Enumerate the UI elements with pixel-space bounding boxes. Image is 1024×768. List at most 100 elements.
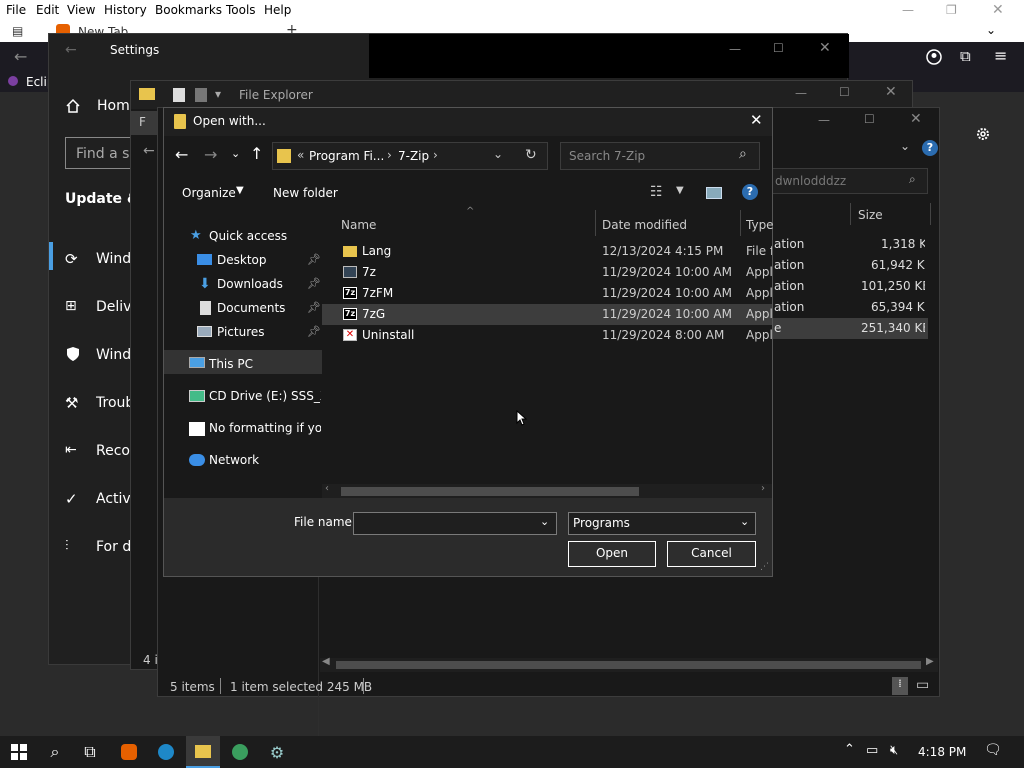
open-button[interactable]: Open [568,541,656,567]
menu-view[interactable]: View [67,3,95,17]
recent-locations-icon[interactable]: ⌄ [231,147,240,160]
forward-icon[interactable]: → [204,145,217,164]
list-item[interactable]: ✕ Uninstall 11/29/2024 8:00 AM Appli [322,325,772,346]
nav-this-pc[interactable]: This PC [209,357,253,371]
firefox-taskbar-button[interactable] [112,736,146,768]
menu-bookmarks[interactable]: Bookmarks [155,3,222,17]
list-item-selected[interactable]: 7z 7zG 11/29/2024 10:00 AM Appli [322,304,772,325]
close-icon[interactable]: ✕ [992,2,1004,18]
tab-list-icon[interactable]: ▤ [12,24,23,38]
address-dropdown-icon[interactable]: ⌄ [493,147,503,161]
type-column-header[interactable]: Type [746,218,774,232]
name-column-header[interactable]: Name [341,218,376,232]
breadcrumb-overflow-icon[interactable]: « [297,148,304,162]
menu-tools[interactable]: Tools [226,3,256,17]
list-item[interactable]: 7z 11/29/2024 10:00 AM Appli [322,262,772,283]
minimize-icon[interactable]: — [729,42,741,56]
nav-no-formatting[interactable]: No formatting if you [209,421,321,435]
resize-grip-icon[interactable]: ⋰ [760,562,769,572]
address-bar[interactable]: « Program Fi... › 7-Zip › ⌄ ↻ [272,142,548,170]
nav-desktop[interactable]: Desktop [217,253,267,267]
new-folder-button[interactable]: New folder [273,186,338,200]
back-icon[interactable]: ← [14,47,27,66]
minimize-icon[interactable]: — [795,86,807,100]
maximize-icon[interactable]: ☐ [773,41,784,55]
organize-button[interactable]: Organize [182,186,236,200]
scroll-left-icon[interactable]: ‹ [325,483,329,494]
minimize-icon[interactable]: — [902,3,914,17]
minimize-icon[interactable]: — [818,113,830,127]
menu-icon[interactable]: ≡ [994,46,1007,65]
chevron-up-icon[interactable]: ⌃ [844,742,855,757]
network-icon[interactable]: ▭ [866,743,878,758]
notifications-icon[interactable]: 🗨︎ [984,742,1002,758]
menu-edit[interactable]: Edit [36,3,59,17]
search-button[interactable]: ⌕ [38,736,72,768]
breadcrumb-7zip[interactable]: 7-Zip [398,149,429,163]
help-icon[interactable]: ? [742,184,758,200]
refresh-icon[interactable]: ↻ [525,147,537,163]
maximize-icon[interactable]: ☐ [864,112,875,126]
volume-muted-icon[interactable]: 🔇︎ [890,743,898,758]
scroll-thumb[interactable] [341,487,639,496]
list-item[interactable]: Lang 12/13/2024 4:15 PM File fo [322,241,772,262]
nav-pictures[interactable]: Pictures [217,325,265,339]
settings-taskbar-button[interactable]: ⚙ [260,736,294,768]
qat-dropdown-icon[interactable]: ▾ [215,87,221,101]
menu-help[interactable]: Help [264,3,291,17]
clock-time[interactable]: 4:18 PM [918,745,966,759]
close-icon[interactable]: ✕ [819,40,831,56]
back-icon[interactable]: ← [65,42,77,58]
up-icon[interactable]: ↑ [250,144,263,163]
nav-documents[interactable]: Documents [217,301,285,315]
edge-taskbar-button[interactable] [149,736,183,768]
file-explorer-taskbar-button[interactable] [186,736,220,768]
account-icon[interactable] [926,49,942,65]
help-icon[interactable]: ? [922,140,938,156]
menu-file[interactable]: File [6,3,26,17]
horizontal-scrollbar[interactable]: ◀ ▶ [320,656,938,672]
start-button[interactable] [2,736,36,768]
back-icon[interactable]: ← [143,143,155,159]
scroll-right-icon[interactable]: ▶ [926,656,934,667]
file-tab[interactable]: F [131,111,157,135]
nav-troubleshoot[interactable]: Troub [96,395,134,411]
date-column-header[interactable]: Date modified [602,218,687,232]
preview-pane-icon[interactable] [706,187,722,199]
list-all-tabs-icon[interactable]: ⌄ [986,23,996,37]
file-name-dropdown-icon[interactable]: ⌄ [540,515,549,528]
gear-icon[interactable] [975,126,991,142]
cancel-button[interactable]: Cancel [667,541,756,567]
menu-history[interactable]: History [104,3,147,17]
maximize-icon[interactable]: ☐ [839,85,850,99]
view-dropdown-icon[interactable]: ▼ [676,185,684,196]
restore-icon[interactable]: ❐ [946,3,957,17]
app-taskbar-button[interactable] [223,736,257,768]
task-view-button[interactable]: ⧉ [73,736,107,768]
view-options-icon[interactable]: ☷ [650,184,663,200]
search-input[interactable]: Search 7-Zip ⌕ [560,142,760,170]
nav-quick-access[interactable]: Quick access [209,229,287,243]
breadcrumb-program-files[interactable]: Program Fi... [309,149,384,163]
file-type-select[interactable]: Programs [568,512,756,535]
size-column-header[interactable]: Size [858,208,883,222]
list-item[interactable]: 7z 7zFM 11/29/2024 10:00 AM Appli [322,283,772,304]
new-folder-icon[interactable] [195,88,207,102]
chevron-down-icon[interactable]: ⌄ [740,515,749,528]
scroll-thumb[interactable] [336,661,921,669]
close-icon[interactable]: ✕ [910,111,922,127]
properties-icon[interactable] [173,88,185,102]
close-icon[interactable]: ✕ [885,84,897,100]
nav-network[interactable]: Network [209,453,259,467]
ribbon-expand-icon[interactable]: ⌄ [900,139,910,153]
scroll-right-icon[interactable]: › [761,483,765,494]
nav-cd-drive[interactable]: CD Drive (E:) SSS_X64 [209,389,321,403]
back-icon[interactable]: ← [175,145,188,164]
nav-downloads[interactable]: Downloads [217,277,283,291]
extensions-icon[interactable]: ⧉ [960,47,971,65]
file-name-input[interactable] [353,512,557,535]
explorer-search-box[interactable]: dwnlodddzz ⌕ [768,168,928,194]
horizontal-scrollbar[interactable]: ‹ › [322,483,772,498]
large-icons-view-icon[interactable]: ▭ [916,677,929,693]
close-icon[interactable]: ✕ [750,111,763,129]
